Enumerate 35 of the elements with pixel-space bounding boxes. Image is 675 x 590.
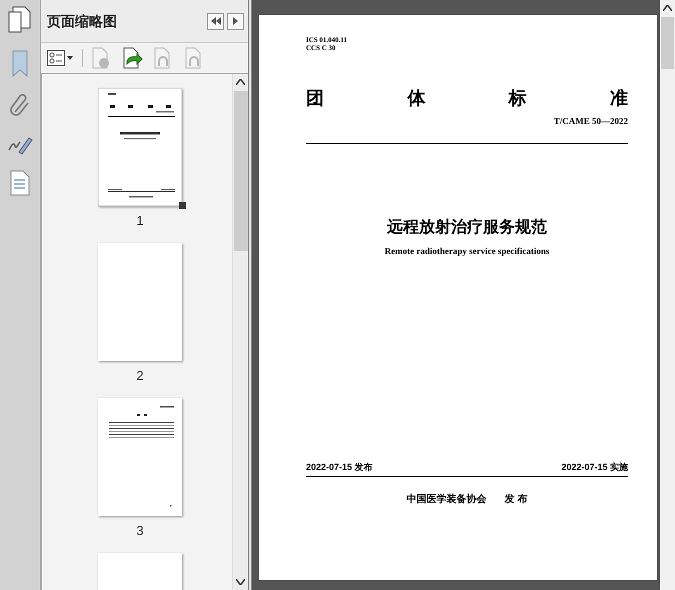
publish-label: 发 布 bbox=[504, 494, 528, 506]
collapse-button[interactable] bbox=[207, 12, 224, 30]
selection-marker bbox=[179, 202, 186, 209]
right-icon bbox=[233, 17, 238, 25]
page-thumbnail[interactable] bbox=[98, 398, 182, 517]
expand-button[interactable] bbox=[227, 12, 244, 30]
pages-icon[interactable] bbox=[7, 6, 33, 34]
standard-category-character: 准 bbox=[610, 88, 628, 108]
double-left-icon bbox=[210, 17, 220, 25]
scrollbar-thumb[interactable] bbox=[234, 91, 248, 251]
document-title: 远程放射治疗服务规范 bbox=[387, 218, 547, 238]
page-thumbnail[interactable] bbox=[98, 243, 182, 362]
standard-category-character: 体 bbox=[407, 88, 426, 108]
document-icon[interactable] bbox=[10, 170, 30, 196]
page-number: 3 bbox=[136, 523, 144, 539]
publisher: 中国医学装备协会 bbox=[406, 494, 487, 506]
document-scrollbar[interactable] bbox=[660, 0, 675, 590]
bookmark-icon[interactable] bbox=[10, 50, 30, 78]
caret-icon bbox=[67, 56, 73, 60]
page-thumbnail[interactable] bbox=[98, 88, 182, 207]
paperclip-icon[interactable] bbox=[9, 92, 31, 118]
page-number: 2 bbox=[136, 368, 144, 384]
page-number: 1 bbox=[136, 213, 144, 229]
panel-title: 页面缩略图 bbox=[47, 12, 118, 30]
page-delete-icon bbox=[90, 47, 112, 69]
page-arrow-icon bbox=[121, 47, 143, 69]
standard-category-character: 标 bbox=[508, 88, 527, 108]
effective-date: 2022-07-15 实施 bbox=[561, 462, 628, 473]
standard-category-character: 团 bbox=[306, 88, 324, 108]
list-options-icon bbox=[47, 50, 65, 66]
scrollbar[interactable] bbox=[232, 74, 248, 590]
document-subtitle: Remote radiotherapy service specifications bbox=[384, 246, 550, 257]
issue-date: 2022-07-15 发布 bbox=[306, 462, 373, 473]
scrollbar-thumb[interactable] bbox=[661, 17, 674, 69]
standard-number: T/CAME 50—2022 bbox=[554, 116, 628, 127]
